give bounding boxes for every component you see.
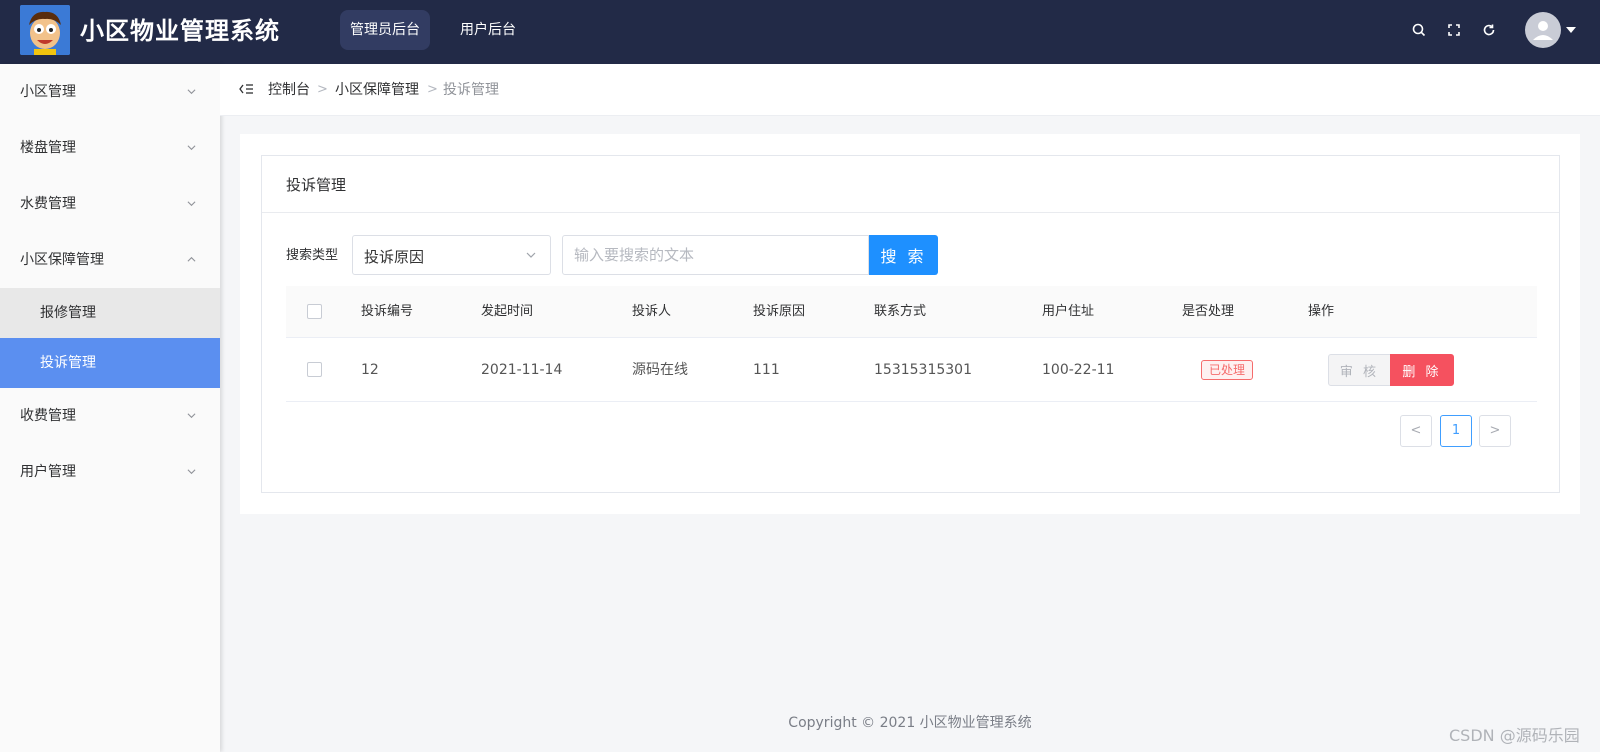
column-header: 投诉原因 — [753, 304, 806, 319]
pagination-next-button[interactable]: > — [1479, 415, 1511, 447]
breadcrumb-security[interactable]: 小区保障管理 — [335, 64, 419, 116]
table-row: 12 2021-11-14 源码在线 111 15315315301 100-2… — [286, 338, 1537, 402]
collapse-menu-icon[interactable] — [238, 81, 256, 97]
column-header: 发起时间 — [481, 304, 534, 319]
app-logo — [20, 5, 70, 55]
search-type-label: 搜索类型 — [286, 248, 339, 263]
breadcrumb-current: 投诉管理 — [443, 82, 499, 98]
breadcrumb-console[interactable]: 控制台 — [268, 64, 310, 116]
footer-copyright: Copyright © 2021 小区物业管理系统 — [788, 715, 1032, 731]
row-checkbox[interactable] — [307, 362, 322, 377]
caret-down-icon[interactable] — [1566, 27, 1576, 33]
sidebar-item-label: 用户管理 — [20, 464, 76, 480]
chevron-down-icon — [187, 89, 196, 95]
fullscreen-icon[interactable] — [1446, 22, 1462, 38]
complaint-card: 投诉管理 搜索类型 投诉原因 搜 索 投诉编号 发起时间 投诉人 投诉原因 联系… — [261, 155, 1560, 493]
watermark: CSDN @源码乐园 — [1449, 726, 1580, 745]
breadcrumb-separator: > — [317, 82, 328, 97]
cell-id: 12 — [361, 362, 379, 378]
app-title: 小区物业管理系统 — [80, 17, 280, 45]
top-navbar: 小区物业管理系统 管理员后台 用户后台 — [0, 0, 1600, 64]
breadcrumb: 控制台 > 小区保障管理 > 投诉管理 — [220, 64, 1600, 116]
chevron-down-icon — [187, 413, 196, 419]
review-button[interactable]: 审 核 — [1328, 354, 1391, 386]
select-all-checkbox[interactable] — [307, 304, 322, 319]
search-type-value: 投诉原因 — [364, 248, 425, 266]
refresh-icon[interactable] — [1481, 22, 1497, 38]
sidebar-item-label: 楼盘管理 — [20, 140, 76, 156]
status-badge: 已处理 — [1201, 360, 1254, 380]
column-header: 联系方式 — [874, 304, 927, 319]
chevron-down-icon — [187, 469, 196, 475]
tab-admin-backend[interactable]: 管理员后台 — [340, 10, 430, 50]
pagination-prev-button[interactable]: < — [1400, 415, 1432, 447]
search-icon[interactable] — [1411, 22, 1427, 38]
chevron-up-icon — [187, 256, 196, 262]
chevron-down-icon — [526, 252, 536, 258]
column-header: 用户住址 — [1042, 304, 1095, 319]
search-button[interactable]: 搜 索 — [869, 235, 938, 275]
card-title: 投诉管理 — [286, 176, 347, 194]
cell-address: 100-22-11 — [1042, 362, 1115, 378]
cell-reason: 111 — [753, 362, 780, 378]
breadcrumb-separator: > — [427, 82, 438, 97]
cell-phone: 15315315301 — [874, 362, 972, 378]
delete-button[interactable]: 删 除 — [1390, 354, 1454, 386]
sidebar-item-users[interactable]: 用户管理 — [0, 444, 220, 500]
search-input[interactable] — [562, 235, 869, 275]
sidebar-item-label: 收费管理 — [20, 408, 76, 424]
table-header: 投诉编号 发起时间 投诉人 投诉原因 联系方式 用户住址 是否处理 操作 — [286, 286, 1537, 338]
sidebar-item-charges[interactable]: 收费管理 — [0, 388, 220, 444]
card-header: 投诉管理 — [262, 156, 1559, 213]
sidebar: 小区管理 楼盘管理 水费管理 小区保障管理 报修管理 投诉管理 收费管理 用户管… — [0, 64, 220, 752]
column-header: 操作 — [1308, 304, 1335, 319]
cell-date: 2021-11-14 — [481, 362, 563, 378]
sidebar-item-label: 小区管理 — [20, 84, 76, 100]
cell-complainant: 源码在线 — [632, 362, 688, 378]
sidebar-item-water-fee[interactable]: 水费管理 — [0, 176, 220, 232]
sidebar-item-label: 水费管理 — [20, 196, 76, 212]
search-type-select[interactable]: 投诉原因 — [352, 235, 551, 275]
user-avatar[interactable] — [1525, 12, 1561, 48]
column-header: 投诉编号 — [361, 304, 414, 319]
tab-user-backend[interactable]: 用户后台 — [450, 10, 526, 50]
sidebar-subitem-complaint[interactable]: 投诉管理 — [0, 338, 220, 388]
chevron-down-icon — [187, 201, 196, 207]
sidebar-subitem-repair[interactable]: 报修管理 — [0, 288, 220, 338]
sidebar-item-buildings[interactable]: 楼盘管理 — [0, 120, 220, 176]
content-area: 投诉管理 搜索类型 投诉原因 搜 索 投诉编号 发起时间 投诉人 投诉原因 联系… — [240, 134, 1580, 514]
sidebar-item-community[interactable]: 小区管理 — [0, 64, 220, 120]
column-header: 投诉人 — [632, 304, 672, 319]
sidebar-item-label: 小区保障管理 — [20, 252, 104, 268]
pagination-page-1[interactable]: 1 — [1440, 415, 1472, 447]
sidebar-item-security[interactable]: 小区保障管理 — [0, 232, 220, 288]
column-header: 是否处理 — [1182, 304, 1235, 319]
chevron-down-icon — [187, 145, 196, 151]
